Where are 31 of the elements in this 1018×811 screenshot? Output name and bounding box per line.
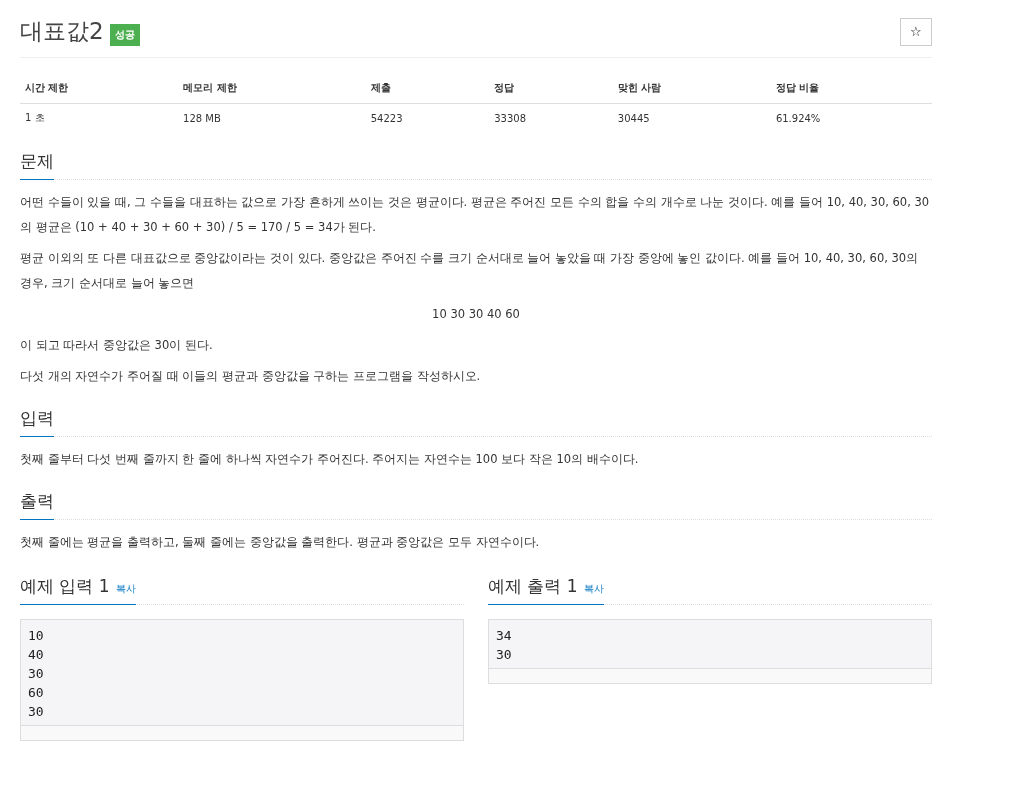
sequence-text: 10 30 30 40 60: [432, 307, 520, 321]
section-heading: 문제: [20, 144, 54, 180]
paragraph: 어떤 수들이 있을 때, 그 수들을 대표하는 값으로 가장 흔하게 쓰이는 것은 평균이다. 평균은 주어진 모든 수의 합을 수의 개수로 나눈 것이다. 예를 들어 10, 40, 30, 60, 30의 평균은 (10 + 40 + 30 + 60 + 30) / 5 = 170 / 5 = 34가 된다.: [20, 194, 931, 236]
result-badge: 성공: [109, 23, 140, 46]
paragraph: 이 되고 따라서 중앙값은 30이 된다.: [20, 337, 214, 354]
star-button[interactable]: ☆: [900, 17, 932, 46]
table-cell: 33308: [489, 103, 613, 132]
copy-link[interactable]: 복사: [115, 582, 136, 596]
problem-title: 대표값2: [20, 17, 104, 46]
table-cell: 61.924%: [770, 103, 932, 132]
section-heading: 입력: [20, 401, 54, 437]
column-header: 메모리 제한: [178, 78, 366, 104]
column-header: 시간 제한: [20, 78, 179, 104]
table-cell: 128 MB: [178, 103, 366, 132]
table-cell: 1 초: [20, 103, 179, 132]
table-cell: 54223: [365, 103, 490, 132]
code-block: 10 40 30 60 30: [20, 619, 464, 741]
paragraph: 첫째 줄에는 평균을 출력하고, 둘째 줄에는 중앙값을 출력한다. 평균과 중앙값은 모두 자연수이다.: [20, 534, 541, 551]
section-heading: 출력: [20, 484, 54, 520]
paragraph: 평균 이외의 또 다른 대표값으로 중앙값이라는 것이 있다. 중앙값은 주어진 수를 크기 순서대로 늘어 놓았을 때 가장 중앙에 놓인 값이다. 예를 들어 10, 40, 30, 60, 30의 경우, 크기 순서대로 늘어 놓으면: [20, 250, 920, 292]
column-header: 정답: [489, 78, 613, 104]
sample-heading: 예제 출력 1: [488, 575, 578, 598]
column-header: 정답 비율: [770, 78, 932, 104]
copy-link[interactable]: 복사: [583, 582, 604, 596]
table-cell: 30445: [612, 103, 771, 132]
paragraph: 첫째 줄부터 다섯 번째 줄까지 한 줄에 하나씩 자연수가 주어진다. 주어지는 자연수는 100 보다 작은 10의 배수이다.: [20, 451, 640, 468]
paragraph: 다섯 개의 자연수가 주어질 때 이들의 평균과 중앙값을 구하는 프로그램을 작성하시오.: [20, 368, 482, 385]
sample-heading: 예제 입력 1: [20, 575, 110, 598]
code-block: 34 30: [488, 619, 932, 684]
column-header: 맞힌 사람: [612, 78, 771, 104]
column-header: 제출: [365, 78, 490, 104]
